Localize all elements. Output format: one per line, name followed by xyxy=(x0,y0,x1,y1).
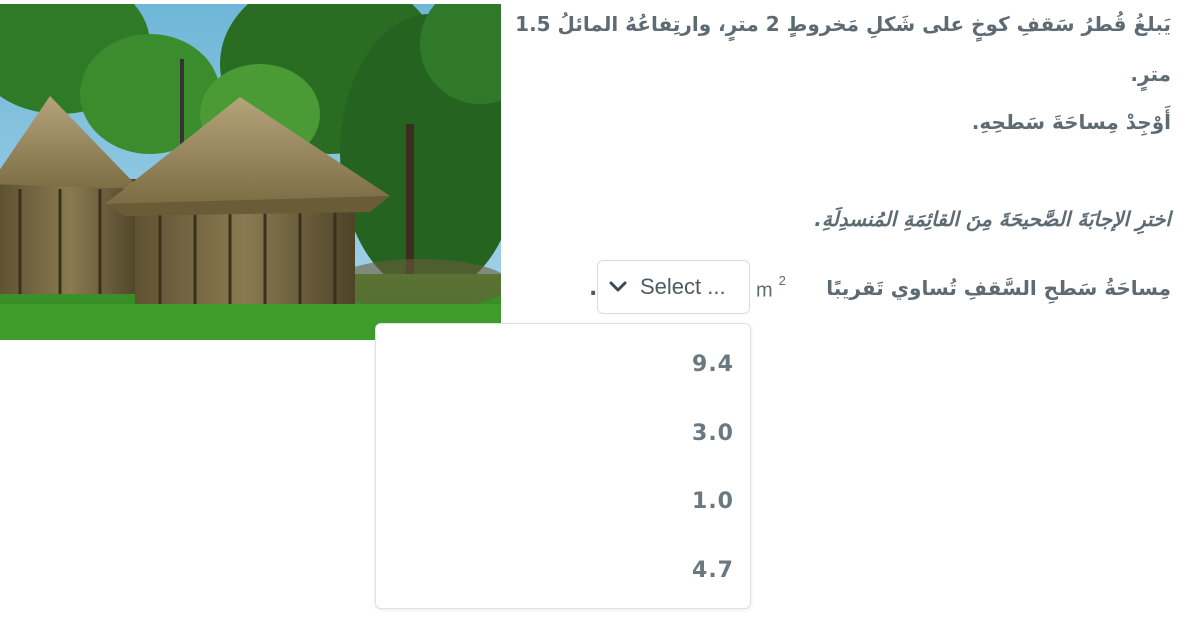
dropdown-option[interactable]: 1.0 xyxy=(692,489,734,514)
answer-dropdown-menu: 9.4 3.0 1.0 4.7 xyxy=(375,323,751,609)
statement-text: مِساحَةُ سَطحِ السَّقفِ تُساوي تَقريبًا xyxy=(826,276,1171,300)
dropdown-option[interactable]: 4.7 xyxy=(692,558,734,583)
chevron-down-icon[interactable] xyxy=(608,279,628,295)
sentence-period: . xyxy=(589,276,598,301)
select-placeholder: Select ... xyxy=(640,274,726,299)
question-line-1: يَبلغُ قُطرُ سَقفِ كوخٍ على شَكلِ مَخروط… xyxy=(515,12,1171,36)
question-line-2: مترٍ. xyxy=(1130,62,1171,86)
instruction-text: اخترِ الإجابَةَ الصَّحيحَةَ مِنَ القائِم… xyxy=(814,207,1171,231)
dropdown-option[interactable]: 9.4 xyxy=(692,352,734,377)
dropdown-option[interactable]: 3.0 xyxy=(692,421,734,446)
hut-photo xyxy=(0,4,501,340)
unit-label: m2 xyxy=(756,273,786,303)
unit-base: m xyxy=(756,279,773,302)
unit-exponent: 2 xyxy=(778,273,786,288)
answer-select[interactable]: Select ... xyxy=(597,260,750,314)
question-line-3: أَوْجِدْ مِساحَةَ سَطحِهِ. xyxy=(971,110,1171,134)
